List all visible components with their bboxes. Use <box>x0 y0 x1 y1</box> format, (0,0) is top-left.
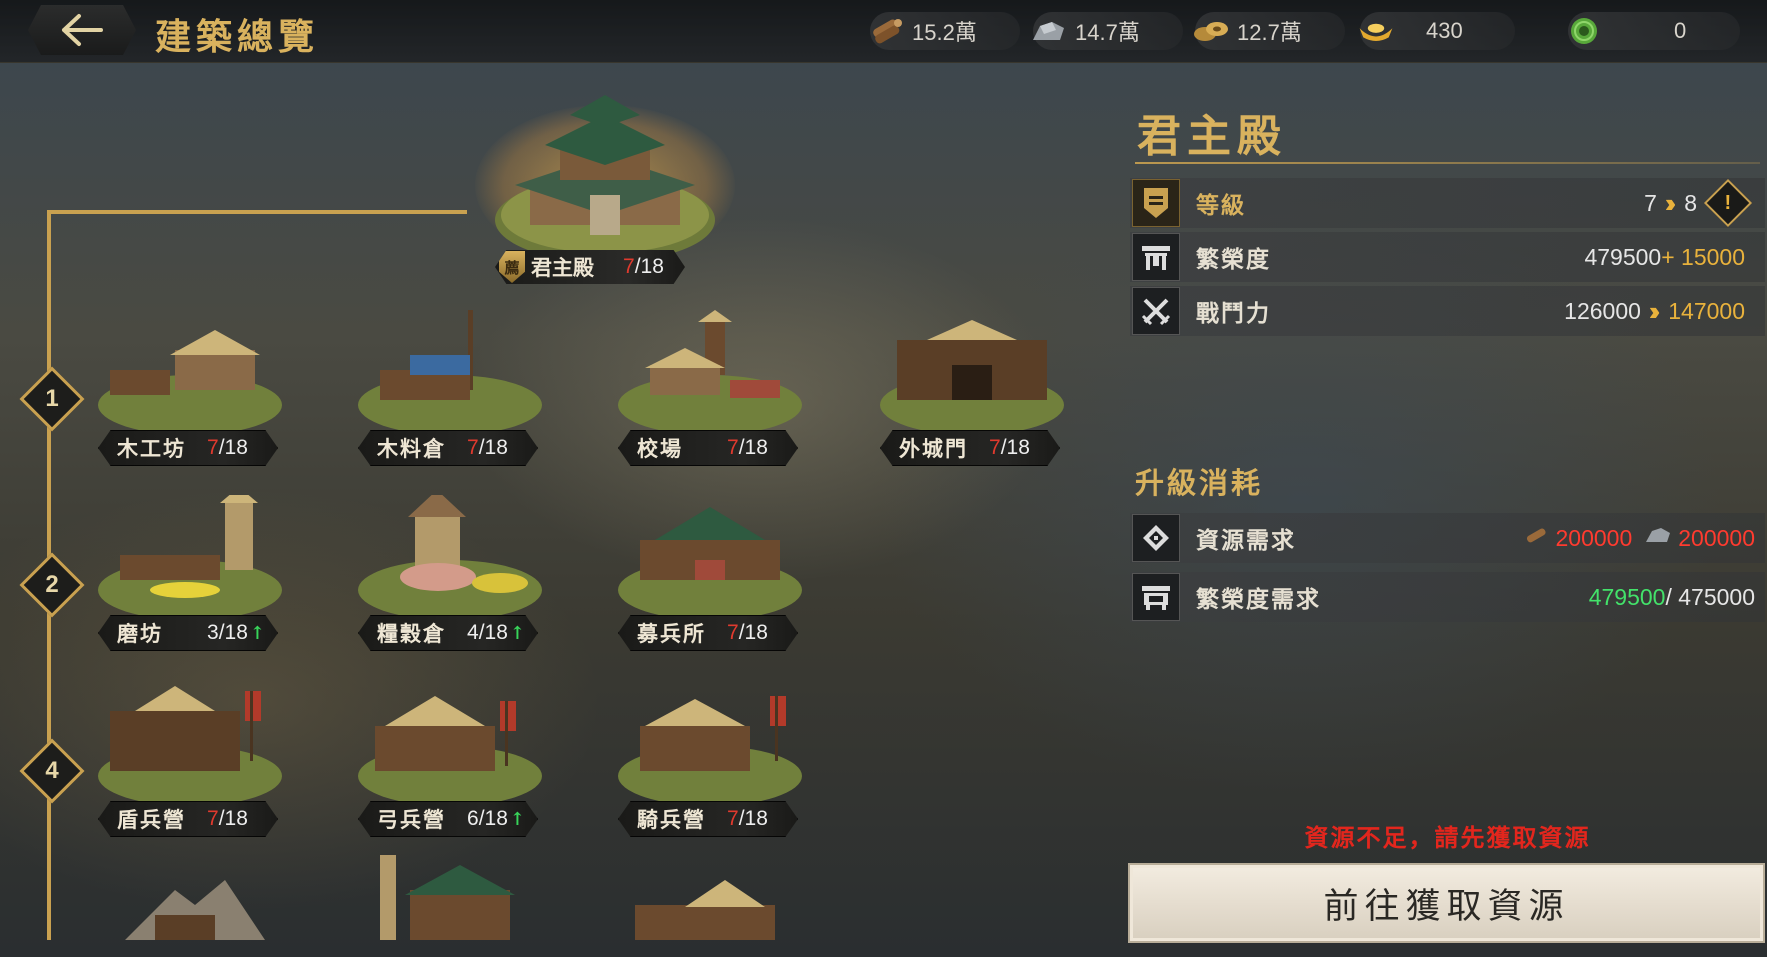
coin-icon <box>1191 12 1231 50</box>
insufficient-resources-warning: 資源不足，請先獲取資源 <box>1304 823 1591 852</box>
chevron-right-icon: ›› <box>1648 295 1661 326</box>
chevron-right-icon: ›› <box>1664 187 1677 218</box>
lumber-warehouse-icon <box>358 310 542 435</box>
building-lumber-warehouse[interactable]: 木料倉 7/18 <box>350 310 550 466</box>
resource-gold[interactable]: 430 <box>1359 12 1515 50</box>
tier-marker: 1 <box>19 366 85 432</box>
wood-icon <box>866 12 906 50</box>
top-bar: 建築總覽 15.2萬 14.7萬 12.7萬 430 0 <box>0 0 1767 63</box>
stone-icon <box>1029 12 1069 50</box>
jade-icon <box>1564 12 1604 50</box>
shield-badge-icon: 薦 <box>499 251 525 283</box>
stat-combat-power: 戰鬥力 126000 ›› 147000 <box>1130 286 1765 336</box>
alert-icon[interactable]: ! <box>1703 178 1753 228</box>
building-mill[interactable]: 磨坊 3/18 ↑ <box>90 495 290 651</box>
building-shield-barracks[interactable]: 盾兵營 7/18 <box>90 681 290 837</box>
upgrade-arrow-icon: ↑ <box>509 808 525 830</box>
carpentry-icon <box>98 330 282 435</box>
back-button[interactable] <box>28 5 136 55</box>
gate-icon <box>1132 233 1180 281</box>
upgrade-arrow-icon: ↑ <box>509 622 525 644</box>
tree-line-branch <box>47 210 467 214</box>
archer-barracks-icon <box>358 696 542 806</box>
crossed-swords-icon <box>1132 287 1180 335</box>
resource-stone[interactable]: 14.7萬 <box>1033 12 1183 50</box>
building-granary[interactable]: 糧穀倉 4/18 ↑ <box>350 495 550 651</box>
building-carpentry[interactable]: 木工坊 7/18 <box>90 310 290 466</box>
get-resources-button[interactable]: 前往獲取資源 <box>1128 863 1765 943</box>
stone-icon <box>1644 524 1672 552</box>
level-icon <box>1132 179 1180 227</box>
stat-prosperity: 繁榮度 479500 + 15000 <box>1130 232 1765 282</box>
gold-ingot-icon <box>1356 12 1396 50</box>
building-partial-1[interactable] <box>115 870 275 940</box>
stat-level: 等級 7 ›› 8 ! <box>1130 178 1765 228</box>
prosperity-gate-icon <box>1132 573 1180 621</box>
building-recruitment[interactable]: 募兵所 7/18 <box>610 495 810 651</box>
building-partial-3[interactable] <box>615 875 795 940</box>
city-gate-icon <box>880 320 1064 435</box>
building-cavalry-barracks[interactable]: 騎兵營 7/18 <box>610 681 810 837</box>
main-building-label[interactable]: 薦 君主殿 7/18 <box>495 250 685 284</box>
building-title: 君主殿 <box>1137 111 1287 162</box>
arrow-left-icon <box>62 14 103 46</box>
page-title: 建築總覽 <box>155 16 320 58</box>
cost-prosperity: 繁榮度需求 479500 / 475000 <box>1130 572 1765 622</box>
training-ground-icon <box>618 310 802 435</box>
upgrade-arrow-icon: ↑ <box>249 622 265 644</box>
building-outer-gate[interactable]: 外城門 7/18 <box>872 310 1072 466</box>
resource-coin[interactable]: 12.7萬 <box>1194 12 1345 50</box>
wood-icon <box>1524 524 1550 552</box>
tier-marker: 2 <box>19 552 85 618</box>
resources-diamond-icon <box>1132 514 1180 562</box>
building-archer-barracks[interactable]: 弓兵營 6/18 ↑ <box>350 681 550 837</box>
cost-resources: 資源需求 200000 200000 <box>1130 513 1765 563</box>
palace-icon <box>495 95 715 262</box>
granary-icon <box>358 495 542 620</box>
divider <box>1135 162 1760 164</box>
building-partial-2[interactable] <box>360 855 530 940</box>
mill-icon <box>98 495 282 620</box>
upgrade-cost-title: 升級消耗 <box>1135 466 1264 500</box>
resource-jade[interactable]: 0 <box>1568 12 1740 50</box>
resource-wood[interactable]: 15.2萬 <box>870 12 1020 50</box>
recruitment-icon <box>618 507 802 620</box>
tier-marker: 4 <box>19 738 85 804</box>
building-training-ground[interactable]: 校場 7/18 <box>610 310 810 466</box>
cavalry-barracks-icon <box>618 696 802 806</box>
shield-barracks-icon <box>98 686 282 806</box>
